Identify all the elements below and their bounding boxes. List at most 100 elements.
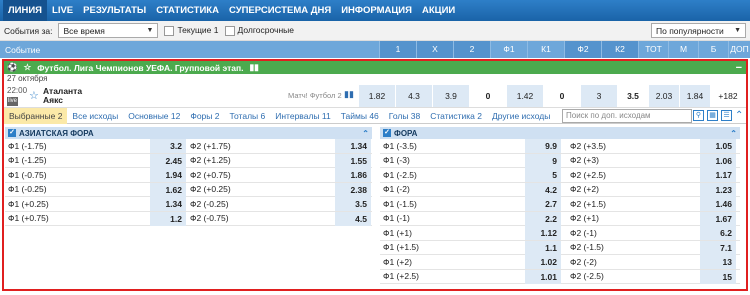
nav-tab-live[interactable]: LIVE [47, 0, 78, 21]
tab-all[interactable]: Все исходы [67, 108, 123, 124]
nav-tab-results[interactable]: РЕЗУЛЬТАТЫ [78, 0, 151, 21]
odd-value[interactable]: 7.1 [700, 240, 736, 255]
tab-halves[interactable]: Таймы 46 [336, 108, 384, 124]
header-col-f2[interactable]: Ф2 [564, 41, 601, 58]
outcome-label: Ф1 (+2.5) [383, 271, 419, 282]
favorite-star-icon[interactable]: ☆ [29, 89, 43, 102]
tab-intervals[interactable]: Интервалы 11 [270, 108, 335, 124]
odd-value[interactable]: 1.02 [525, 255, 561, 269]
odds-row: Ф1 (+0.25) 1.34 Ф2 (-0.25) 3.5 [5, 197, 372, 212]
odd-value[interactable]: 1.2 [150, 211, 186, 226]
odd-value[interactable]: 1.05 [700, 139, 736, 153]
odd-value[interactable]: 4.5 [335, 211, 371, 226]
league-row[interactable]: ⚽ ☆ Футбол. Лига Чемпионов УЕФА. Группов… [4, 61, 746, 74]
chevron-up-icon[interactable]: ⌃ [730, 129, 737, 138]
odd-value[interactable]: 1.67 [700, 211, 736, 226]
tab-selected[interactable]: Выбранные 2 [4, 107, 68, 124]
current-checkbox-wrap[interactable]: Текущие 1 [164, 25, 219, 36]
odd-value[interactable]: 1.94 [150, 168, 186, 182]
odd-value[interactable]: 1.23 [700, 182, 736, 197]
header-col-k1[interactable]: К1 [527, 41, 564, 58]
search-icon[interactable]: ⚲ [693, 110, 704, 121]
odd-value[interactable]: 1.17 [700, 168, 736, 182]
nav-tab-supersystem[interactable]: СУПЕРСИСТЕМА ДНЯ [224, 0, 336, 21]
tab-handicaps[interactable]: Форы 2 [185, 108, 224, 124]
header-col-k2[interactable]: К2 [601, 41, 638, 58]
odd-total[interactable]: 3.5 [618, 85, 648, 107]
tab-totals[interactable]: Тоталы 6 [224, 108, 270, 124]
check-icon[interactable]: ✓ [383, 129, 391, 137]
period-select[interactable]: Все время ▼ [58, 23, 159, 38]
nav-tab-info[interactable]: ИНФОРМАЦИЯ [336, 0, 417, 21]
odd-over[interactable]: 1.84 [680, 85, 710, 107]
odd-value[interactable]: 2.38 [335, 182, 371, 197]
odd-value[interactable]: 9 [525, 153, 561, 168]
odd-value[interactable]: 1.86 [335, 168, 371, 182]
tab-other[interactable]: Другие исходы [487, 108, 555, 124]
odd-value[interactable]: 6.2 [700, 226, 736, 240]
odd-value[interactable]: 1.12 [525, 226, 561, 240]
odd-1[interactable]: 1.82 [359, 85, 395, 107]
odd-value[interactable]: 1.62 [150, 182, 186, 197]
header-col-2[interactable]: 2 [453, 41, 490, 58]
odd-value[interactable]: 1.34 [150, 197, 186, 211]
header-col-total[interactable]: ТОТ [638, 41, 668, 58]
odd-value[interactable]: 15 [700, 269, 736, 284]
odd-2[interactable]: 3.9 [433, 85, 469, 107]
header-col-1[interactable]: 1 [379, 41, 416, 58]
chevron-up-icon[interactable]: ⌃ [362, 129, 369, 138]
odd-value[interactable]: 2.2 [525, 211, 561, 226]
stats-bar-icon[interactable]: ▮▮ [344, 89, 354, 100]
odd-under[interactable]: 2.03 [649, 85, 679, 107]
odd-k1[interactable]: 1.42 [507, 85, 543, 107]
current-checkbox[interactable] [164, 25, 175, 36]
odd-value[interactable]: 1.06 [700, 153, 736, 168]
handicap-header[interactable]: ✓ ФОРА ⌃ [380, 127, 740, 139]
nav-tab-stats[interactable]: СТАТИСТИКА [151, 0, 224, 21]
grid-view-icon[interactable]: ▦ [707, 110, 718, 121]
header-col-under[interactable]: М [668, 41, 698, 58]
odd-f1[interactable]: 0 [470, 85, 506, 107]
odd-value[interactable]: 9.9 [525, 139, 561, 153]
collapse-up-icon[interactable]: ⌃ [735, 110, 743, 121]
tab-goals[interactable]: Голы 38 [384, 108, 425, 124]
odd-value[interactable]: 1.1 [525, 240, 561, 255]
odd-value[interactable]: 2.45 [150, 153, 186, 168]
odd-value[interactable]: 13 [700, 255, 736, 269]
header-col-over[interactable]: Б [698, 41, 728, 58]
odd-x[interactable]: 4.3 [396, 85, 432, 107]
asian-handicap-header[interactable]: ✓ АЗИАТСКАЯ ФОРА ⌃ [5, 127, 372, 139]
tab-main[interactable]: Основные 12 [123, 108, 185, 124]
odds-row: Ф1 (-1.75) 3.2 Ф2 (+1.75) 1.34 [5, 139, 372, 154]
header-col-extra[interactable]: ДОП [728, 41, 750, 58]
odd-value[interactable]: 1.55 [335, 153, 371, 168]
market-search-input[interactable]: Поиск по доп. исходам [562, 109, 692, 123]
favorite-star-icon[interactable]: ☆ [24, 62, 32, 73]
sort-select[interactable]: По популярности ▼ [651, 23, 746, 38]
odd-value[interactable]: 2.7 [525, 197, 561, 211]
odd-value[interactable]: 4.2 [525, 182, 561, 197]
odd-extra[interactable]: +182 [711, 85, 745, 107]
header-col-x[interactable]: X [416, 41, 453, 58]
odd-value[interactable]: 3.5 [335, 197, 371, 211]
longterm-checkbox-wrap[interactable]: Долгосрочные [224, 25, 294, 36]
match-teams[interactable]: Аталанта Аякс [43, 86, 283, 105]
list-view-icon[interactable]: ☰ [721, 110, 732, 121]
tab-statistics[interactable]: Статистика 2 [425, 108, 487, 124]
odd-k2[interactable]: 3 [581, 85, 617, 107]
stats-bar-icon[interactable]: ▮▮ [249, 62, 258, 73]
chevron-down-icon: ▼ [146, 27, 154, 34]
odd-value[interactable]: 5 [525, 168, 561, 182]
odd-value[interactable]: 1.46 [700, 197, 736, 211]
odd-f2[interactable]: 0 [544, 85, 580, 107]
check-icon[interactable]: ✓ [8, 129, 16, 137]
collapse-icon[interactable]: − [736, 62, 742, 74]
odd-value[interactable]: 1.34 [335, 139, 371, 153]
longterm-checkbox[interactable] [224, 25, 235, 36]
odd-value[interactable]: 1.01 [525, 269, 561, 284]
odds-row: Ф1 (+2) 1.02 Ф2 (-2) 13 [380, 255, 740, 270]
header-col-f1[interactable]: Ф1 [490, 41, 527, 58]
odd-value[interactable]: 3.2 [150, 139, 186, 153]
nav-tab-line[interactable]: ЛИНИЯ [3, 0, 48, 21]
nav-tab-promo[interactable]: АКЦИИ [417, 0, 460, 21]
